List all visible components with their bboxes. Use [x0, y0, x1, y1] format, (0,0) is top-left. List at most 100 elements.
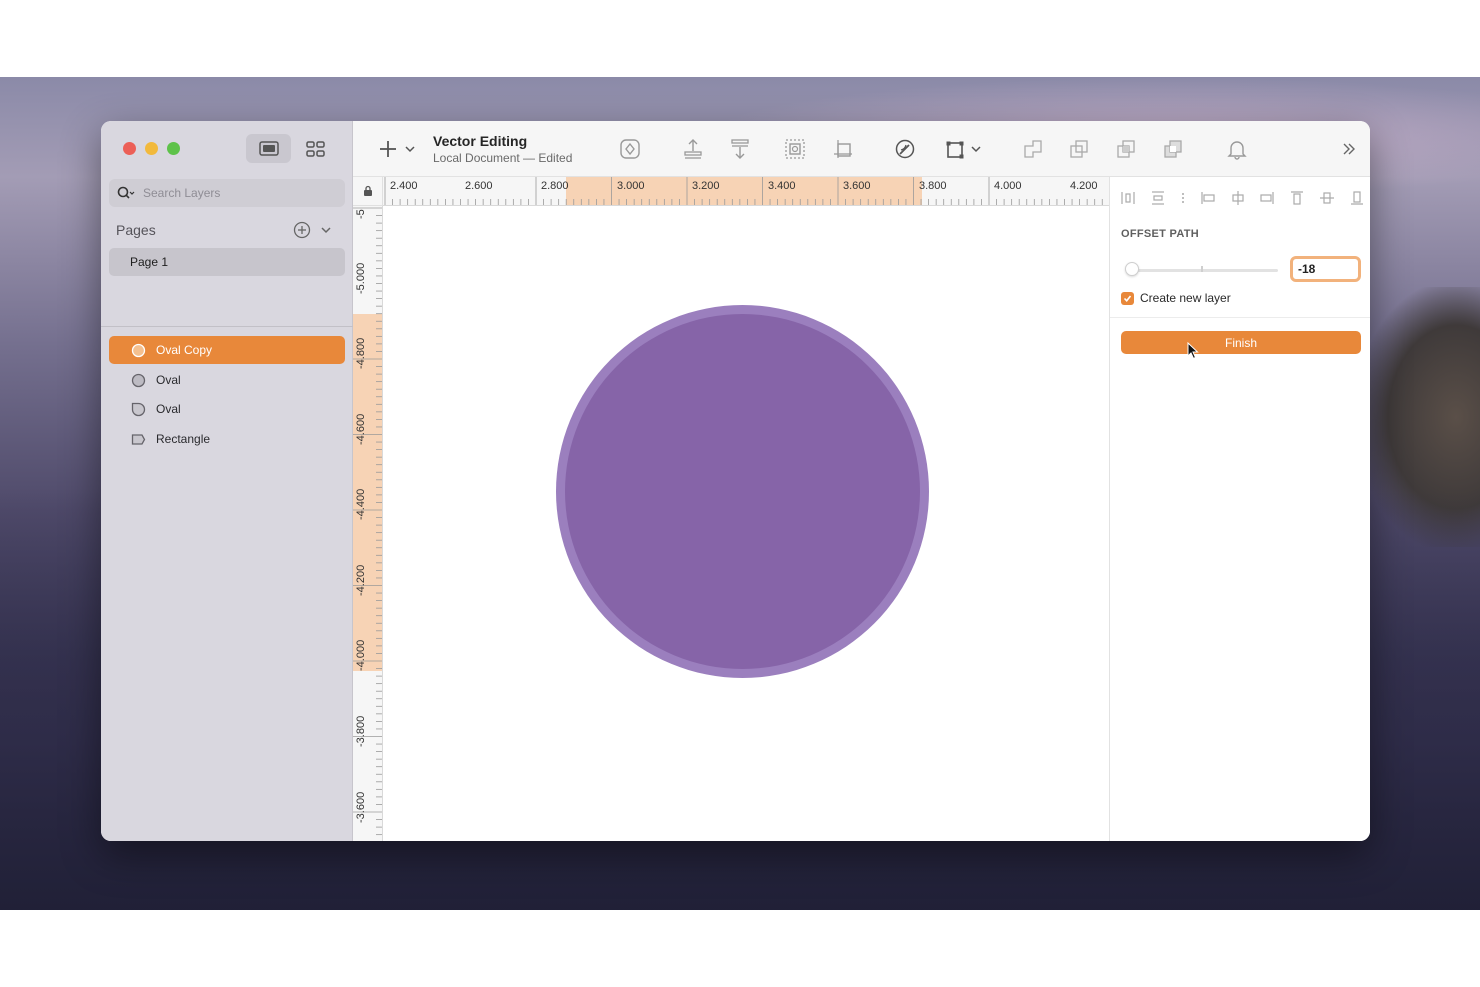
- create-symbol-icon: [620, 139, 640, 159]
- ruler-label: -5.000: [355, 262, 367, 294]
- offset-value-field[interactable]: -18: [1290, 256, 1361, 282]
- more-icon: [1343, 143, 1355, 155]
- union-icon: [1024, 140, 1042, 158]
- layer-item-rectangle[interactable]: Rectangle: [109, 425, 345, 453]
- layer-item-oval-copy[interactable]: Oval Copy: [109, 336, 345, 364]
- layer-item-oval[interactable]: Oval: [109, 366, 345, 394]
- create-symbol-button[interactable]: [617, 137, 643, 161]
- ruler-label: -3.600: [355, 791, 367, 823]
- distribute-horizontal-icon[interactable]: [1120, 190, 1136, 206]
- page-item-page-1[interactable]: Page 1: [109, 248, 345, 276]
- chevron-down-icon: [321, 227, 331, 234]
- rectangle-icon: [131, 432, 146, 447]
- canvas-view-icon: [258, 141, 279, 156]
- inspector-divider: [1110, 317, 1370, 318]
- align-middle-vertical-icon[interactable]: [1319, 190, 1335, 206]
- layer-label: Oval Copy: [156, 343, 213, 357]
- layer-label: Oval: [156, 373, 181, 387]
- create-new-layer-checkbox[interactable]: Create new layer: [1121, 291, 1231, 305]
- move-forward-button[interactable]: [680, 137, 706, 161]
- ruler-lock-button[interactable]: [353, 177, 383, 206]
- canvas-view-button[interactable]: [246, 134, 291, 163]
- more-align-icon[interactable]: [1180, 190, 1186, 206]
- oval-icon: [131, 373, 146, 388]
- checkbox-label: Create new layer: [1140, 291, 1231, 305]
- minimize-window-button[interactable]: [145, 142, 158, 155]
- forward-icon: [684, 139, 702, 159]
- zoom-window-button[interactable]: [167, 142, 180, 155]
- ruler-label: -4.200: [355, 564, 367, 596]
- add-page-button[interactable]: [293, 221, 311, 244]
- layer-item-oval-2[interactable]: Oval: [109, 395, 345, 423]
- difference-icon: [1164, 140, 1182, 158]
- document-status: Local Document — Edited: [433, 151, 573, 165]
- add-circle-icon: [293, 221, 311, 239]
- grid-view-button[interactable]: [293, 134, 338, 163]
- mask-button[interactable]: [782, 137, 808, 161]
- transform-button[interactable]: [945, 137, 985, 161]
- backward-icon: [731, 139, 749, 159]
- align-right-icon[interactable]: [1259, 190, 1275, 206]
- notifications-button[interactable]: [1224, 137, 1250, 161]
- subtract-icon: [1070, 140, 1088, 158]
- search-layers-input[interactable]: Search Layers: [109, 179, 345, 207]
- insert-button[interactable]: [379, 138, 417, 165]
- align-bottom-icon[interactable]: [1349, 190, 1365, 206]
- distribute-vertical-icon[interactable]: [1150, 190, 1166, 206]
- align-left-icon[interactable]: [1200, 190, 1216, 206]
- oval-copy-shape[interactable]: [565, 314, 920, 669]
- screen: Search Layers Pages Page 1 Oval Copy Ova…: [0, 0, 1480, 987]
- more-toolbar-button[interactable]: [1336, 137, 1362, 161]
- ruler-label: 2.800: [541, 180, 569, 192]
- alignment-toolbar: [1120, 187, 1365, 209]
- subtract-button[interactable]: [1066, 137, 1092, 161]
- align-center-horizontal-icon[interactable]: [1230, 190, 1246, 206]
- ruler-label: 3.800: [919, 180, 947, 192]
- ruler-label: 4.000: [994, 180, 1022, 192]
- ruler-label: -5: [355, 209, 367, 219]
- ruler-label: -4.400: [355, 488, 367, 520]
- checkbox-checked-icon[interactable]: [1121, 291, 1134, 305]
- transform-icon: [946, 141, 981, 159]
- search-placeholder: Search Layers: [143, 186, 221, 200]
- intersect-icon: [1117, 140, 1135, 158]
- vertical-ruler[interactable]: -5 -5.000 -4.800 -4.600 -4.400 -4.200 -4…: [353, 206, 383, 841]
- edit-icon: [895, 139, 915, 159]
- horizontal-ruler[interactable]: 2.400 2.600 2.800 3.000 3.200 3.400 3.60…: [383, 177, 1109, 206]
- design-canvas[interactable]: [383, 206, 1109, 841]
- ruler-label: 3.600: [843, 180, 871, 192]
- close-window-button[interactable]: [123, 142, 136, 155]
- offset-slider-track[interactable]: [1130, 269, 1278, 272]
- ruler-label: 3.000: [617, 180, 645, 192]
- notifications-icon: [1227, 141, 1247, 160]
- ruler-label: -4.600: [355, 413, 367, 445]
- inspector-panel: OFFSET PATH -18 Create new layer Finish: [1109, 177, 1370, 841]
- mask-icon: [785, 139, 805, 159]
- offset-slider-knob[interactable]: [1125, 262, 1139, 276]
- document-title: Vector Editing: [433, 133, 528, 149]
- oval-icon: [131, 343, 146, 358]
- sidebar-divider: [101, 326, 353, 327]
- layer-label: Rectangle: [156, 432, 211, 446]
- scale-button[interactable]: [830, 137, 856, 161]
- search-icon: [117, 186, 135, 199]
- difference-button[interactable]: [1160, 137, 1186, 161]
- layer-label: Oval: [156, 402, 181, 416]
- ruler-label: 3.400: [768, 180, 796, 192]
- align-top-icon[interactable]: [1289, 190, 1305, 206]
- pages-collapse-button[interactable]: [320, 223, 332, 241]
- app-window: Search Layers Pages Page 1 Oval Copy Ova…: [101, 121, 1370, 841]
- ruler-label: -4.800: [355, 337, 367, 369]
- union-button[interactable]: [1020, 137, 1046, 161]
- intersect-button[interactable]: [1113, 137, 1139, 161]
- oval-outline-icon: [131, 402, 146, 417]
- ruler-label: 2.600: [465, 180, 493, 192]
- move-backward-button[interactable]: [727, 137, 753, 161]
- finish-button[interactable]: Finish: [1121, 331, 1361, 354]
- grid-view-icon: [305, 140, 325, 157]
- offset-slider-center-tick: [1201, 266, 1203, 272]
- edit-button[interactable]: [892, 137, 918, 161]
- ruler-label: 4.200: [1070, 180, 1098, 192]
- scale-icon: [834, 140, 852, 158]
- add-icon: [380, 141, 415, 157]
